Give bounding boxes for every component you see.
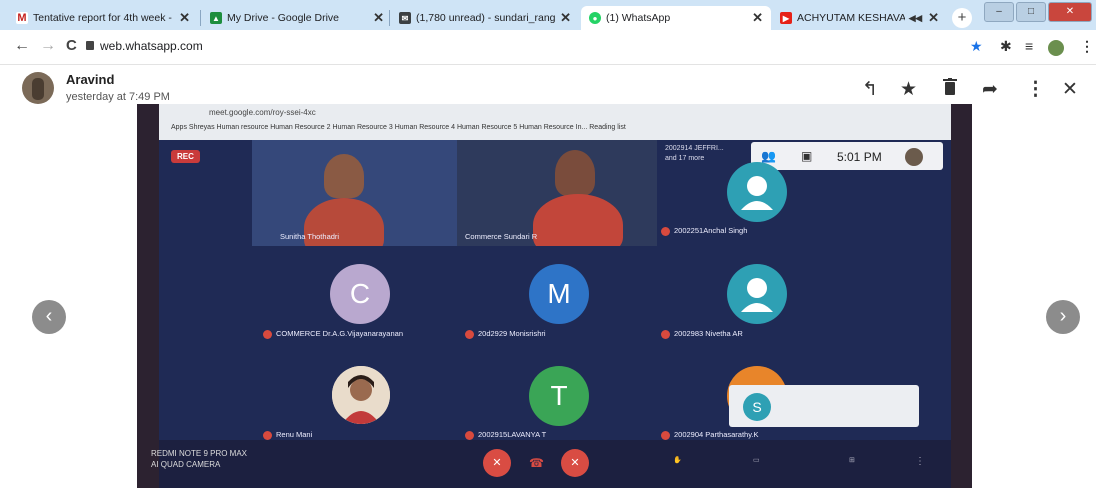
profile-avatar-icon[interactable] (1048, 40, 1064, 56)
star-icon[interactable]: ★ (900, 78, 917, 101)
next-media-button[interactable]: › (1046, 300, 1080, 334)
letter-avatar: T (529, 366, 589, 426)
sent-time: yesterday at 7:49 PM (66, 91, 170, 103)
lock-icon (86, 41, 94, 50)
tile-name: Sunitha Thothadri (280, 232, 340, 241)
window-controls: – □ ✕ (984, 2, 1092, 22)
tab-title: ACHYUTAM KESHAVAM K (797, 12, 906, 24)
join-notification: S (729, 385, 919, 427)
more-icon[interactable]: ⋮ (1026, 78, 1045, 101)
browser-menu-icon[interactable]: ⋮ (1080, 38, 1094, 55)
people-icon[interactable]: 👥 (761, 149, 776, 163)
mic-off-icon (465, 430, 474, 440)
reply-icon[interactable]: ↰ (862, 78, 878, 101)
more-participants: 2002914 JEFFRI... and 17 more (665, 145, 724, 162)
tab-title: Tentative report for 4th week - (33, 12, 172, 24)
bookmark-star-icon[interactable]: ★ (970, 38, 983, 55)
tab-title: My Drive - Google Drive (227, 12, 340, 24)
tab-title: (1) WhatsApp (606, 12, 671, 24)
meet-clock: 5:01 PM (837, 150, 882, 164)
captions-icon[interactable]: ▭ (753, 456, 760, 464)
tile-name: 2002915LAVANYA T (465, 430, 546, 440)
letter-avatar: S (743, 393, 771, 421)
new-tab-button[interactable]: + (952, 8, 972, 28)
photographed-bookmarks: Apps Shreyas Human resource Human Resour… (171, 124, 626, 131)
mic-off-icon (465, 329, 474, 339)
google-drive-icon: ▲ (210, 12, 222, 24)
mic-off-icon (263, 430, 272, 440)
mic-toggle-button[interactable]: ✕ (483, 449, 511, 477)
close-tab-icon[interactable]: ✕ (560, 10, 571, 26)
whatsapp-icon: ● (589, 12, 601, 24)
audio-muted-icon[interactable]: ◂◂ (909, 10, 922, 26)
tile-name: COMMERCE Dr.A.G.Vijayanarayanan (263, 329, 403, 339)
tab-divider (200, 10, 201, 26)
close-tab-icon[interactable]: ✕ (179, 10, 190, 26)
tile-name: 2002251Anchal Singh (661, 226, 747, 236)
minimize-button[interactable]: – (984, 2, 1014, 22)
window-close-button[interactable]: ✕ (1048, 2, 1092, 22)
video-tile: Commerce Sundari R (457, 140, 657, 246)
default-avatar (727, 264, 787, 324)
reload-icon[interactable]: C (66, 37, 77, 54)
self-avatar (905, 148, 923, 166)
tab-divider (389, 10, 390, 26)
mic-off-icon (263, 329, 272, 339)
rec-badge: REC (171, 150, 200, 163)
close-tab-icon[interactable]: ✕ (752, 10, 763, 26)
previous-media-button[interactable]: ‹ (32, 300, 66, 334)
close-tab-icon[interactable]: ✕ (373, 10, 384, 26)
meet-controls-bar (159, 440, 951, 488)
tile-name: 2002904 Parthasarathy.K (661, 430, 759, 440)
reading-list-icon[interactable]: ≡ (1025, 38, 1033, 54)
tile-name: 2002983 Nivetha AR (661, 329, 743, 339)
tile-name: Commerce Sundari R (465, 232, 538, 241)
back-icon[interactable]: ← (14, 37, 30, 55)
tab-gmail[interactable]: M Tentative report for 4th week - ✕ (8, 6, 198, 30)
participant-face (555, 150, 595, 196)
media-image: meet.google.com/roy-ssei-4xc Apps Shreya… (137, 104, 972, 488)
photo-avatar (332, 366, 390, 424)
camera-toggle-button[interactable]: ✕ (561, 449, 589, 477)
gmail-icon: M (16, 12, 28, 24)
close-tab-icon[interactable]: ✕ (928, 10, 939, 26)
photographed-browser-bar: meet.google.com/roy-ssei-4xc Apps Shreya… (159, 104, 951, 140)
chat-icon[interactable]: ▣ (801, 149, 812, 163)
camera-watermark: REDMI NOTE 9 PRO MAX AI QUAD CAMERA (151, 449, 248, 469)
letter-avatar: C (330, 264, 390, 324)
end-call-icon[interactable]: ☎ (529, 456, 544, 470)
sender-avatar[interactable] (22, 72, 54, 104)
photographed-url: meet.google.com/roy-ssei-4xc (209, 108, 316, 117)
extensions-icon[interactable]: ✱ (1000, 38, 1012, 55)
address-bar: ← → C web.whatsapp.com ★ ✱ ≡ ⋮ (0, 30, 1096, 65)
more-options-icon[interactable]: ⋮ (915, 456, 925, 467)
mic-off-icon (661, 430, 670, 440)
url-field[interactable]: web.whatsapp.com (100, 39, 203, 53)
tab-whatsapp[interactable]: ● (1) WhatsApp ✕ (581, 6, 771, 30)
tab-youtube[interactable]: ▶ ACHYUTAM KESHAVAM K ◂◂ ✕ (772, 6, 947, 30)
tab-google-drive[interactable]: ▲ My Drive - Google Drive ✕ (202, 6, 392, 30)
raise-hand-icon[interactable]: ✋ (673, 456, 682, 464)
default-avatar (727, 162, 787, 222)
present-icon[interactable]: ⊞ (849, 456, 855, 464)
video-tile: Sunitha Thothadri (252, 140, 457, 246)
browser-tab-strip: M Tentative report for 4th week - ✕ ▲ My… (0, 0, 1096, 30)
maximize-button[interactable]: □ (1016, 2, 1046, 22)
participant-body (533, 194, 623, 246)
delete-icon[interactable] (942, 78, 958, 102)
letter-avatar: M (529, 264, 589, 324)
tab-title: (1,780 unread) - sundari_ranga (416, 12, 557, 24)
mic-off-icon (661, 329, 670, 339)
participant-face (324, 154, 364, 198)
mic-off-icon (661, 226, 670, 236)
youtube-icon: ▶ (780, 12, 792, 24)
tile-name: Renu Mani (263, 430, 312, 440)
tile-name: 20d2929 Monisrishri (465, 329, 546, 339)
forward-nav-icon[interactable]: → (40, 37, 56, 55)
tab-mail[interactable]: ✉ (1,780 unread) - sundari_ranga ✕ (391, 6, 579, 30)
forward-icon[interactable]: ➦ (982, 78, 998, 101)
mail-icon: ✉ (399, 12, 411, 24)
sender-name: Aravind (66, 72, 115, 87)
close-icon[interactable]: ✕ (1062, 78, 1078, 101)
